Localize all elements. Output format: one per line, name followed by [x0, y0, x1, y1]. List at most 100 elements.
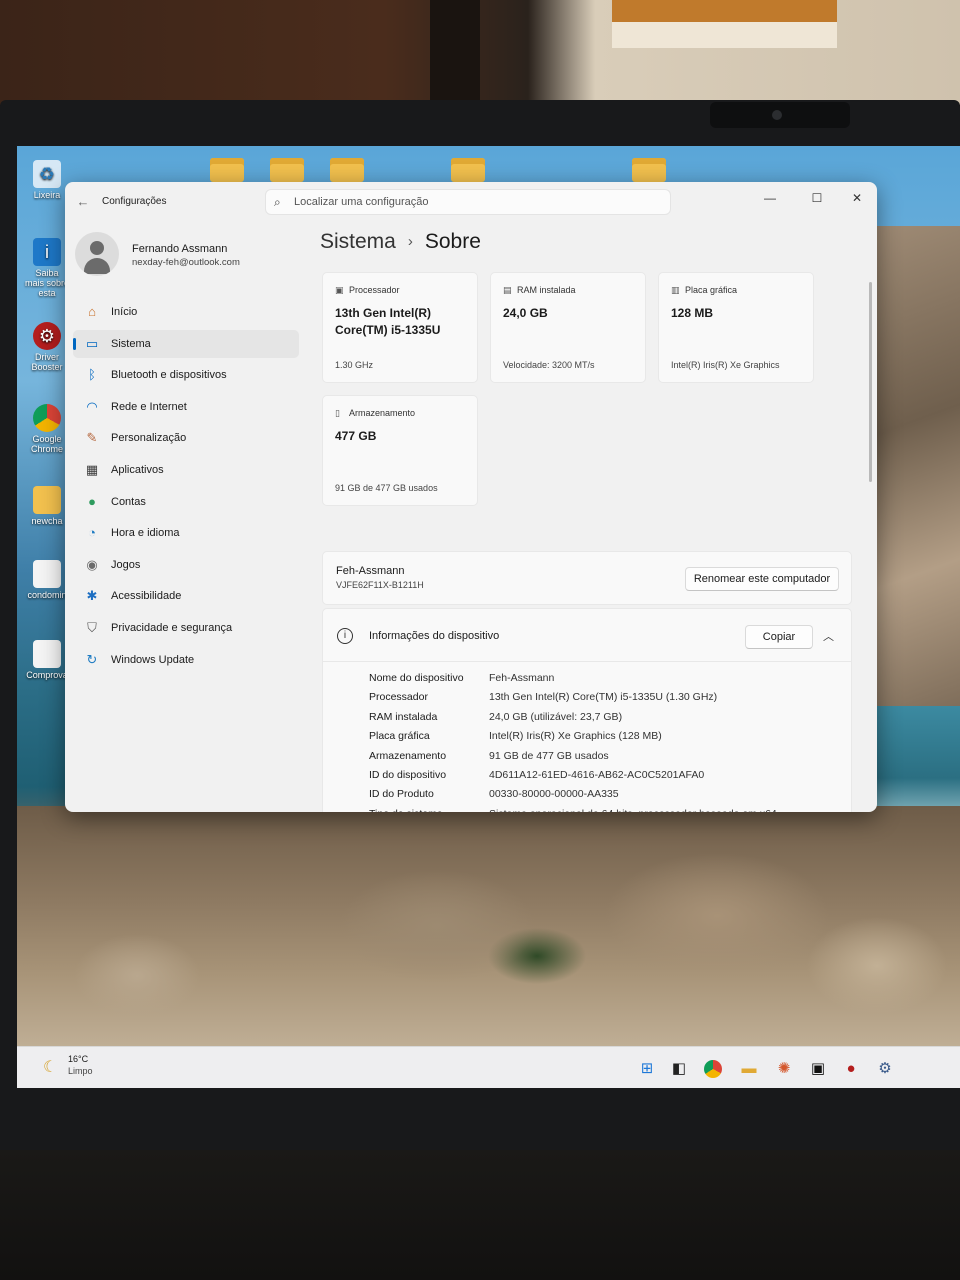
storage-card: ▯ Armazenamento 477 GB 91 GB de 477 GB us… — [322, 395, 478, 506]
card-label: Placa gráfica — [685, 285, 738, 295]
accounts-icon: ● — [88, 493, 96, 509]
sidebar-nav: ⌂ Início ▭ Sistema ᛒ Bluetooth e dispositivos… — [73, 298, 299, 677]
sidebar-item-contas[interactable]: ● Contas — [73, 488, 299, 516]
sidebar-item-label: Rede e Internet — [111, 400, 187, 413]
card-label: RAM instalada — [517, 285, 576, 295]
breadcrumb-parent[interactable]: Sistema — [320, 230, 396, 253]
desktop-icon-document[interactable]: condomin — [25, 560, 69, 600]
weather-description[interactable]: Limpo — [68, 1066, 93, 1076]
device-info-header[interactable]: i Informações do dispositivo Copiar ︿ — [323, 609, 851, 662]
app-icon[interactable]: ✺ — [774, 1059, 794, 1079]
apps-icon: ▦ — [85, 461, 99, 477]
close-button[interactable]: ✕ — [842, 188, 872, 208]
moon-icon[interactable]: ☾ — [43, 1057, 57, 1077]
card-label: Armazenamento — [349, 408, 416, 418]
search-icon: ⌕ — [274, 195, 281, 209]
page-title: Sobre — [424, 230, 481, 253]
sidebar-item-windows-update[interactable]: ↻ Windows Update — [73, 646, 299, 674]
desktop-icon-label: Comprova — [26, 670, 68, 680]
document-icon — [33, 640, 61, 668]
sidebar-item-privacidade-e-seguran-a[interactable]: ⛉ Privacidade e segurança — [73, 614, 299, 642]
storage-icon: ▯ — [335, 408, 340, 418]
sidebar-item-in-cio[interactable]: ⌂ Início — [73, 298, 299, 326]
sidebar-item-sistema[interactable]: ▭ Sistema — [73, 329, 299, 358]
maximize-button[interactable]: ☐ — [802, 188, 832, 208]
scrollbar[interactable] — [869, 282, 872, 482]
spec-key: RAM instalada — [369, 710, 438, 723]
spec-value: 13th Gen Intel(R) Core(TM) i5-1335U (1.3… — [489, 691, 718, 704]
search-input[interactable]: ⌕ Localizar uma configuração — [265, 189, 671, 215]
terminal-icon[interactable]: ▣ — [808, 1059, 828, 1079]
file-explorer-icon[interactable]: ▬ — [739, 1059, 759, 1079]
folder-icon[interactable] — [270, 158, 304, 182]
desktop-icon-recycle-bin[interactable]: ♻ Lixeira — [25, 160, 69, 200]
task-view-icon[interactable]: ◧ — [669, 1059, 689, 1079]
sidebar-item-label: Privacidade e segurança — [111, 621, 233, 634]
processor-card: ▣ Processador 13th Gen Intel(R) Core(TM) … — [322, 272, 478, 383]
spec-key: Armazenamento — [369, 749, 447, 762]
card-sub: 1.30 GHz — [335, 360, 374, 370]
sidebar-item-aplicativos[interactable]: ▦ Aplicativos — [73, 456, 299, 484]
info-icon: i — [337, 628, 353, 644]
desktop-icon-label: Lixeira — [33, 190, 61, 200]
computer-name-row: Feh-Assmann VJFE62F11X-B1211H Renomear e… — [322, 551, 852, 605]
spec-value: 00330-80000-00000-AA335 — [489, 788, 619, 801]
sidebar-item-jogos[interactable]: ◉ Jogos — [73, 551, 299, 579]
spec-row: ID do dispositivo 4D611A12-61ED-4616-AB62… — [369, 766, 839, 785]
spec-value: 24,0 GB (utilizável: 23,7 GB) — [489, 710, 623, 723]
desktop-icon-folder[interactable]: newcha — [25, 486, 69, 526]
chevron-up-icon[interactable]: ︿ — [823, 628, 834, 644]
back-arrow-icon[interactable]: ← — [75, 194, 91, 210]
weather-temperature[interactable]: 16°C — [68, 1054, 88, 1064]
sidebar-item-hora-e-idioma[interactable]: ◔ Hora e idioma — [73, 519, 299, 547]
wifi-icon: ◠ — [86, 398, 98, 414]
card-sub: Intel(R) Iris(R) Xe Graphics — [671, 360, 780, 370]
sidebar-item-personaliza-o[interactable]: ✎ Personalização — [73, 424, 299, 452]
settings-window: ← Configurações ⌕ Localizar uma configur… — [65, 182, 877, 812]
sidebar-item-acessibilidade[interactable]: ✱ Acessibilidade — [73, 582, 299, 610]
desktop-icon-document[interactable]: Comprova — [25, 640, 69, 680]
spec-row: Nome do dispositivo Feh-Assmann — [369, 669, 839, 688]
folder-icon[interactable] — [330, 158, 364, 182]
update-icon: ↻ — [86, 651, 98, 667]
desktop-icon-label: Google Chrome — [30, 434, 63, 454]
sidebar-item-label: Bluetooth e dispositivos — [111, 369, 227, 382]
sidebar-item-bluetooth-e-dispositivos[interactable]: ᛒ Bluetooth e dispositivos — [73, 361, 299, 389]
background-book — [612, 22, 837, 48]
brush-icon: ✎ — [86, 430, 98, 446]
windows-start-icon[interactable]: ⊞ — [637, 1059, 657, 1079]
chrome-icon[interactable] — [704, 1060, 722, 1078]
copy-button[interactable]: Copiar — [745, 625, 813, 649]
device-spec-table: Nome do dispositivo Feh-Assmann Processado… — [369, 669, 839, 812]
desktop-icon-driver-booster[interactable]: ⚙ Driver Booster — [25, 322, 69, 372]
user-profile[interactable]: Fernando Assmann nexday-feh@outlook.com — [75, 232, 305, 282]
breadcrumb: Sistema › Sobre — [320, 230, 481, 254]
sidebar-item-label: Personalização — [111, 432, 187, 445]
spec-value: Feh-Assmann — [489, 672, 555, 684]
profile-name: Fernando Assmann — [132, 243, 228, 255]
driver-booster-icon[interactable]: ● — [841, 1059, 861, 1079]
ram-card: ▤ RAM instalada 24,0 GB Velocidade: 3200 … — [490, 272, 646, 383]
sidebar-item-label: Windows Update — [111, 653, 195, 666]
desktop-icon-info[interactable]: i Saiba mais sobre esta — [25, 238, 69, 298]
app-title: Configurações — [102, 196, 167, 207]
settings-icon[interactable]: ⚙ — [875, 1059, 895, 1079]
folder-icon[interactable] — [451, 158, 485, 182]
folder-icon[interactable] — [632, 158, 666, 182]
driver-booster-icon: ⚙ — [33, 322, 61, 350]
background-shelf — [430, 0, 480, 100]
rename-computer-button[interactable]: Renomear este computador — [685, 567, 839, 591]
gpu-card: ▥ Placa gráfica 128 MB Intel(R) Iris(R) X… — [658, 272, 814, 383]
webcam-lens — [772, 110, 782, 120]
desktop-icon-chrome[interactable]: Google Chrome — [25, 404, 69, 454]
shield-icon: ⛉ — [87, 619, 97, 635]
spec-key: Tipo de sistema — [369, 805, 443, 812]
folder-icon[interactable] — [210, 158, 244, 182]
sidebar-item-label: Acessibilidade — [111, 590, 182, 603]
sidebar-item-rede-e-internet[interactable]: ◠ Rede e Internet — [73, 393, 299, 421]
spec-value: 4D611A12-61ED-4616-AB62-AC0C5201AFA0 — [489, 768, 705, 781]
chrome-icon — [33, 404, 61, 432]
device-info-title: Informações do dispositivo — [369, 630, 500, 642]
card-sub: 91 GB de 477 GB usados — [335, 483, 438, 493]
minimize-button[interactable]: — — [755, 188, 785, 208]
